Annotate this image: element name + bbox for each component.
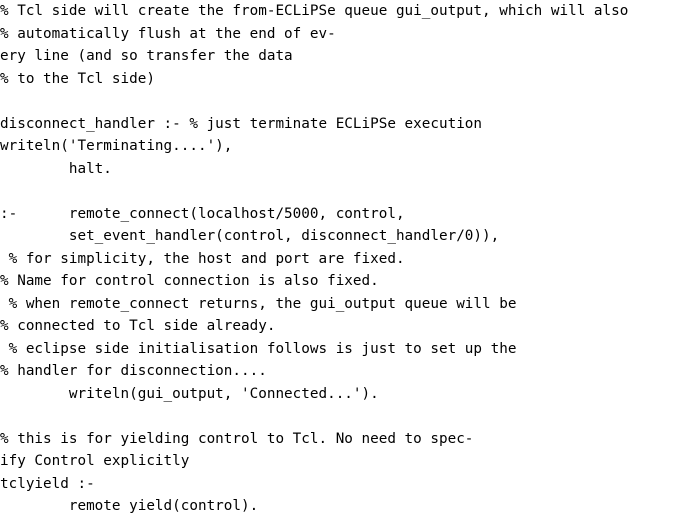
code-line: tclyield :- bbox=[0, 475, 95, 492]
code-line: % eclipse side initialisation follows is… bbox=[0, 340, 517, 357]
code-line: ery line (and so transfer the data bbox=[0, 48, 293, 64]
code-line: % connected to Tcl side already. bbox=[0, 318, 276, 334]
code-line: % Name for control connection is also fi… bbox=[0, 273, 379, 289]
code-line: % Tcl side will create the from-ECLiPSe … bbox=[0, 3, 629, 19]
code-line: set_event_handler(control, disconnect_ha… bbox=[0, 228, 500, 244]
code-listing: % Tcl side will create the from-ECLiPSe … bbox=[0, 0, 695, 513]
code-line: disconnect_handler :- % just terminate E… bbox=[0, 115, 483, 132]
code-line: halt. bbox=[0, 160, 112, 177]
code-line: % this is for yielding control to Tcl. N… bbox=[0, 430, 474, 447]
code-line: % to the Tcl side) bbox=[0, 70, 155, 87]
code-line: % automatically flush at the end of ev- bbox=[0, 25, 336, 42]
code-line: writeln('Terminating....'), bbox=[0, 138, 233, 154]
code-line: ify Control explicitly bbox=[0, 453, 190, 469]
code-line: remote_yield(control). bbox=[0, 498, 259, 513]
code-line: % handler for disconnection.... bbox=[0, 363, 267, 379]
code-line: :- remote_connect(localhost/5000, contro… bbox=[0, 205, 405, 222]
code-line: % for simplicity, the host and port are … bbox=[0, 250, 405, 267]
code-line: % when remote_connect returns, the gui_o… bbox=[0, 295, 517, 312]
code-line: writeln(gui_output, 'Connected...'). bbox=[0, 385, 379, 402]
